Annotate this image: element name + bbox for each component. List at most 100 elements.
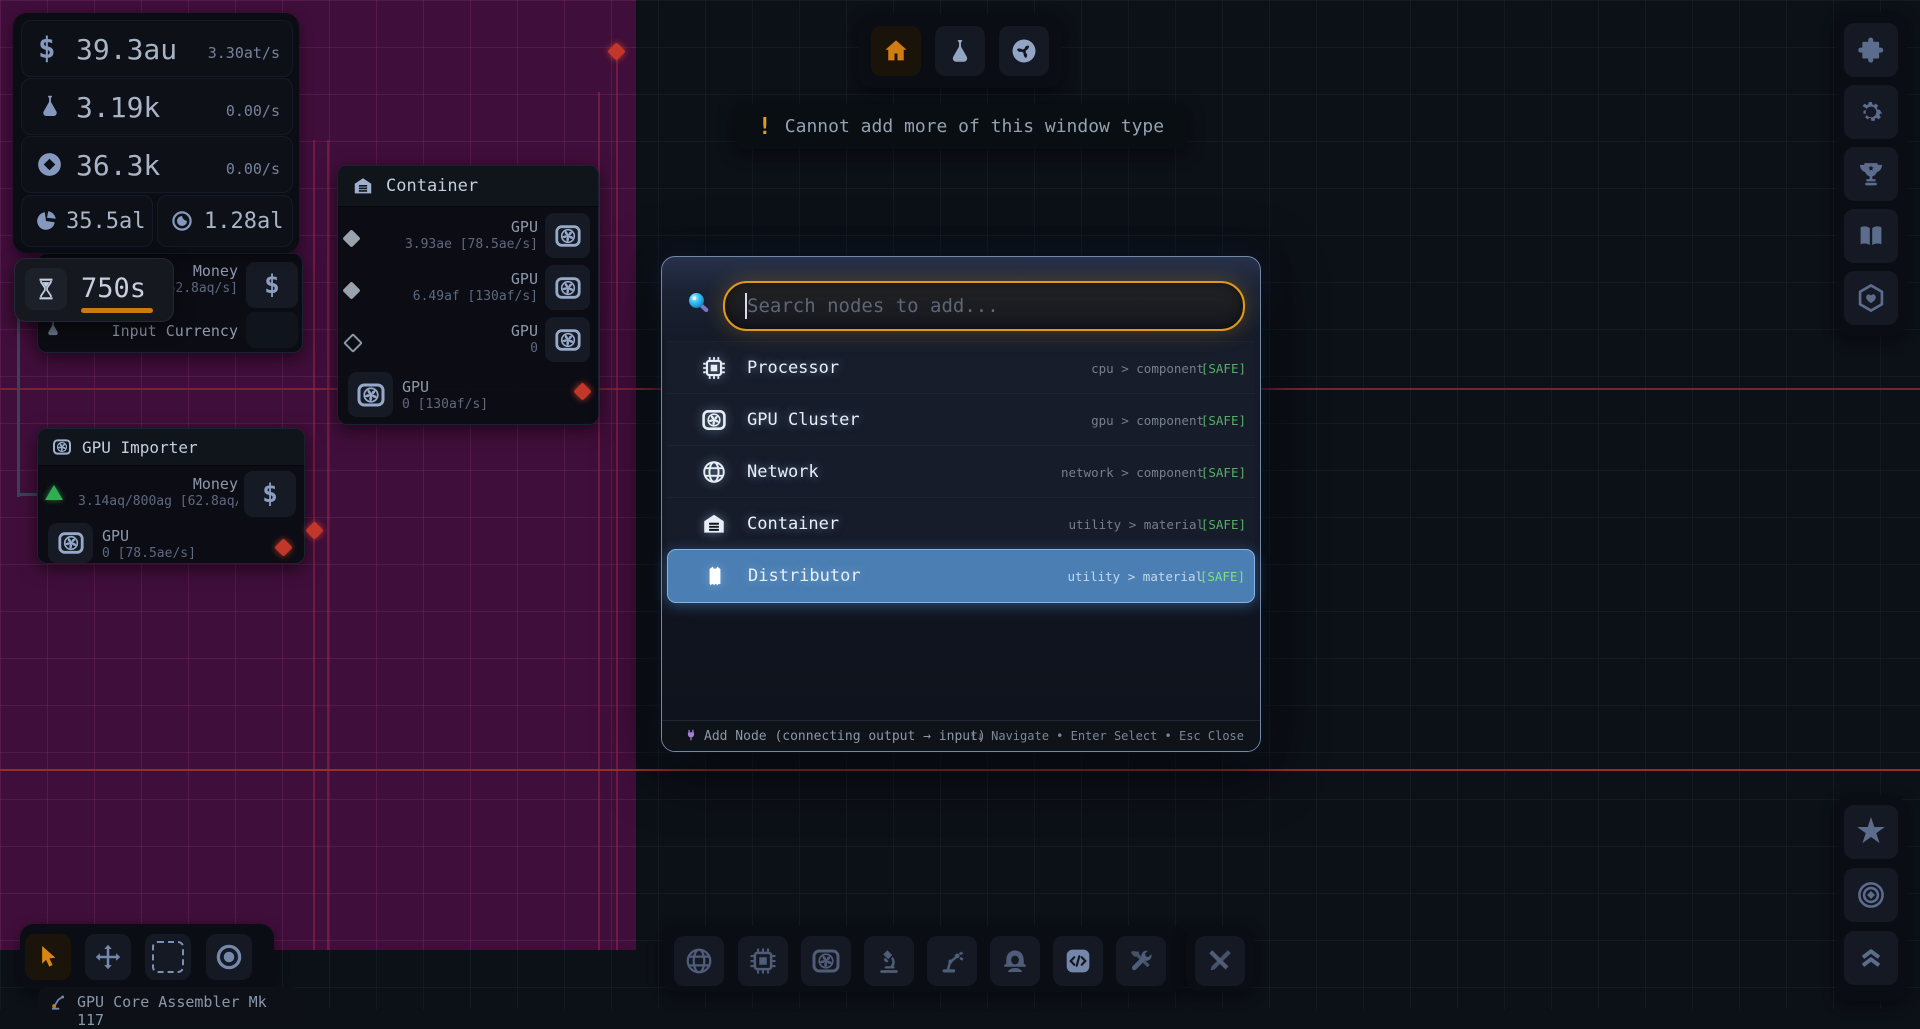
output-connector-diamond[interactable]	[274, 538, 292, 556]
dollar-icon: $	[262, 479, 278, 509]
puzzle-icon	[1855, 34, 1887, 66]
coin-badge-icon	[1855, 879, 1887, 911]
port-value: 3.93ae [78.5ae/s]	[388, 237, 538, 254]
input-connector-diamond[interactable]	[342, 229, 360, 247]
network-category-button[interactable]	[674, 936, 724, 986]
move-icon	[93, 942, 123, 972]
wire-vertical-1	[313, 140, 315, 950]
item-safe-badge: [SAFE]	[1201, 413, 1246, 428]
wire-vertical-4	[616, 56, 618, 950]
resource-rate: 3.30at/s	[208, 44, 280, 62]
move-tool-button[interactable]	[85, 934, 131, 980]
notification-text: Cannot add more of this window type	[785, 116, 1164, 137]
home-tab-button[interactable]	[871, 26, 921, 76]
fan-icon	[57, 529, 85, 557]
star-icon: ★	[1855, 814, 1887, 850]
encyclopedia-button[interactable]	[1844, 209, 1898, 263]
input-connector-diamond[interactable]	[342, 281, 360, 299]
selected-blueprint-panel[interactable]: GPU Core Assembler Mk 117	[38, 987, 300, 1021]
automation-category-button[interactable]	[927, 936, 977, 986]
fan-icon	[554, 222, 582, 250]
search-input[interactable]	[725, 283, 1243, 329]
currency-button[interactable]	[1844, 868, 1898, 922]
chip-icon	[748, 946, 778, 976]
research-category-button[interactable]	[864, 936, 914, 986]
node-list-item-processor[interactable]: Processor cpu > component [SAFE]	[667, 341, 1255, 394]
cpu-category-button[interactable]	[738, 936, 788, 986]
hexagon-heart-icon	[1855, 282, 1887, 314]
gpu-importer-node[interactable]: GPU Importer Money 3.14aq/800ag [62.8aq/…	[37, 428, 305, 564]
marquee-tool-button[interactable]	[145, 934, 191, 980]
container-node[interactable]: Container GPU 3.93ae [78.5ae/s] GPU 6.49…	[337, 165, 599, 425]
item-category: network > component	[1061, 465, 1204, 480]
money-output-slot[interactable]: $	[246, 262, 298, 308]
gpu-output-slot[interactable]	[48, 523, 93, 563]
globe-icon	[684, 946, 714, 976]
resource-money[interactable]: $ 39.3au 3.30at/s	[21, 20, 293, 77]
design-category-button[interactable]	[1195, 936, 1245, 986]
pie-chart-icon	[34, 209, 58, 233]
port-value: 3.14aq/800ag [62.8aq/…	[78, 494, 238, 511]
settings-button[interactable]	[1844, 85, 1898, 139]
node-list-item-network[interactable]: Network network > component [SAFE]	[667, 445, 1255, 498]
gpu-slot[interactable]	[545, 265, 590, 310]
resource-value: 1.28al	[204, 209, 283, 234]
globe-icon	[701, 459, 727, 485]
resource-rate: 0.00/s	[226, 102, 280, 120]
hacking-category-button[interactable]	[990, 936, 1040, 986]
port-label: GPU	[388, 218, 538, 237]
port-label: GPU	[402, 378, 562, 397]
fan-icon	[356, 380, 386, 410]
upgrades-button[interactable]	[1844, 931, 1898, 985]
input-connector-diamond-empty[interactable]	[343, 333, 363, 353]
research-tab-button[interactable]	[935, 26, 985, 76]
fan-icon	[554, 326, 582, 354]
select-tool-button[interactable]	[25, 934, 71, 980]
warehouse-icon	[352, 175, 374, 197]
item-category: gpu > component	[1091, 413, 1204, 428]
hourglass-icon	[33, 276, 59, 302]
add-node-dialog: Processor cpu > component [SAFE] GPU Clu…	[661, 256, 1261, 752]
node-list-item-distributor-selected[interactable]: Distributor utility > material [SAFE]	[667, 549, 1255, 603]
favorites-button[interactable]: ★	[1844, 805, 1898, 859]
item-label: Network	[747, 462, 819, 482]
book-icon	[1855, 220, 1887, 252]
assembler-icon	[50, 993, 68, 1011]
edit-mode-toolbar	[20, 924, 274, 990]
currency-input-slot[interactable]	[246, 312, 298, 348]
hacker-icon	[1000, 946, 1030, 976]
node-graph-canvas[interactable]: $ 39.3au 3.30at/s 3.19k 0.00/s 36.3k 0.0…	[0, 0, 1920, 1009]
swirl-icon	[1009, 36, 1039, 66]
resource-research[interactable]: 3.19k 0.00/s	[21, 78, 293, 135]
item-category: utility > material	[1069, 517, 1204, 532]
output-connector-diamond[interactable]	[573, 382, 591, 400]
money-input-slot[interactable]: $	[244, 471, 296, 517]
code-category-button[interactable]	[1053, 936, 1103, 986]
flask-icon	[36, 92, 64, 120]
node-list-item-container[interactable]: Container utility > material [SAFE]	[667, 497, 1255, 550]
dialog-footer: Add Node (connecting output → input) ↑↓ …	[662, 720, 1260, 751]
resource-eye[interactable]: 1.28al	[157, 195, 293, 247]
resource-coins[interactable]: 36.3k 0.00/s	[21, 136, 293, 193]
chip-icon	[701, 355, 727, 381]
circle-tool-button[interactable]	[206, 934, 252, 980]
resource-value: 3.19k	[76, 91, 160, 124]
node-list-item-gpu-cluster[interactable]: GPU Cluster gpu > component [SAFE]	[667, 393, 1255, 446]
gpu-slot[interactable]	[545, 317, 590, 362]
timer-progress-bar	[81, 308, 153, 313]
mods-button[interactable]	[1844, 23, 1898, 77]
item-label: Container	[747, 514, 839, 534]
gpu-tab-button[interactable]	[999, 26, 1049, 76]
fan-icon	[811, 946, 841, 976]
gpu-category-button[interactable]	[801, 936, 851, 986]
gpu-output-slot[interactable]	[348, 372, 393, 417]
gpu-slot[interactable]	[545, 213, 590, 258]
port-value: 0	[388, 341, 538, 358]
input-connector-triangle[interactable]	[45, 485, 63, 500]
achievements-button[interactable]	[1844, 147, 1898, 201]
tools-category-button[interactable]	[1116, 936, 1166, 986]
resource-pie[interactable]: 35.5al	[21, 195, 153, 247]
support-button[interactable]	[1844, 271, 1898, 325]
pencil-ruler-icon	[1205, 946, 1235, 976]
eye-icon	[170, 209, 194, 233]
